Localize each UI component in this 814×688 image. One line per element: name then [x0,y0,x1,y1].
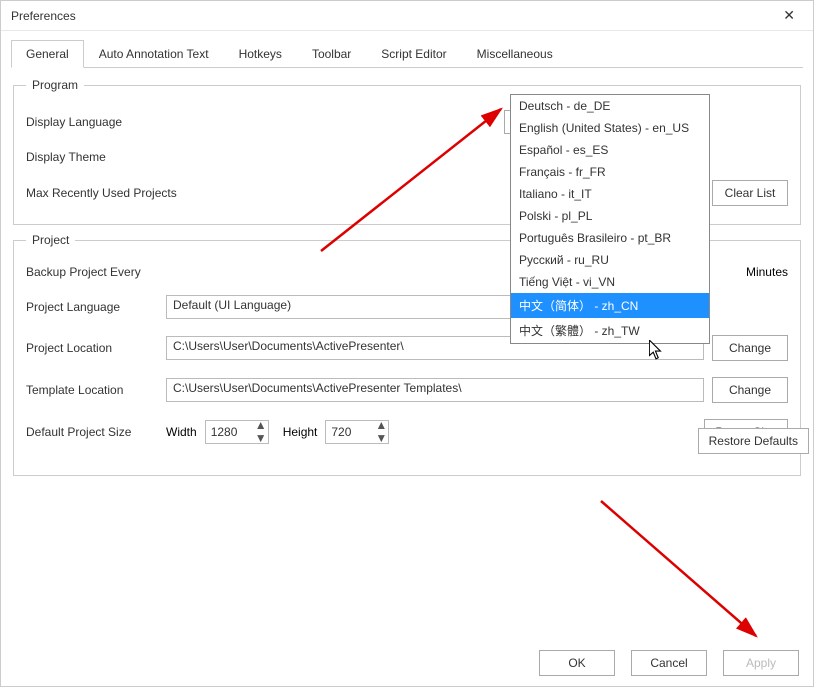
template-location-change-button[interactable]: Change [712,377,788,403]
project-location-change-button[interactable]: Change [712,335,788,361]
height-input[interactable]: 720 ▲▼ [325,420,389,444]
titlebar: Preferences ✕ [1,1,813,31]
width-input[interactable]: 1280 ▲▼ [205,420,269,444]
tab-hotkeys[interactable]: Hotkeys [224,40,297,68]
tab-bar: General Auto Annotation Text Hotkeys Too… [11,39,803,68]
default-size-row: Default Project Size Width 1280 ▲▼ Heigh… [26,419,788,445]
clear-list-button[interactable]: Clear List [712,180,788,206]
preferences-window: Preferences ✕ General Auto Annotation Te… [0,0,814,687]
tab-general[interactable]: General [11,40,84,68]
restore-defaults-button[interactable]: Restore Defaults [698,428,809,454]
display-theme-label: Display Theme [26,150,186,164]
max-recent-label: Max Recently Used Projects [26,186,186,200]
template-location-input[interactable]: C:\Users\User\Documents\ActivePresenter … [166,378,704,402]
minutes-label: Minutes [728,265,788,279]
language-dropdown[interactable]: Deutsch - de_DEEnglish (United States) -… [510,94,710,344]
ok-button[interactable]: OK [539,650,615,676]
language-option[interactable]: English (United States) - en_US [511,117,709,139]
project-language-value: Default (UI Language) [173,298,291,312]
language-option[interactable]: Italiano - it_IT [511,183,709,205]
backup-label: Backup Project Every [26,265,186,279]
language-option[interactable]: Polski - pl_PL [511,205,709,227]
window-title: Preferences [11,9,76,23]
tab-miscellaneous[interactable]: Miscellaneous [462,40,568,68]
height-spinner-icon[interactable]: ▲▼ [375,422,387,442]
project-location-label: Project Location [26,341,166,355]
apply-button[interactable]: Apply [723,650,799,676]
tab-toolbar[interactable]: Toolbar [297,40,366,68]
project-legend: Project [26,233,75,247]
display-language-label: Display Language [26,115,186,129]
language-option[interactable]: 中文（简体） - zh_CN [511,293,709,318]
project-location-value: C:\Users\User\Documents\ActivePresenter\ [173,339,404,353]
language-option[interactable]: Deutsch - de_DE [511,95,709,117]
program-legend: Program [26,78,84,92]
language-option[interactable]: Español - es_ES [511,139,709,161]
tab-auto-annotation[interactable]: Auto Annotation Text [84,40,224,68]
height-value: 720 [331,425,351,439]
width-label: Width [166,425,197,439]
language-option[interactable]: Tiếng Việt - vi_VN [511,271,709,293]
close-icon[interactable]: ✕ [775,3,803,28]
language-option[interactable]: Français - fr_FR [511,161,709,183]
default-size-label: Default Project Size [26,425,166,439]
template-location-row: Template Location C:\Users\User\Document… [26,377,788,403]
width-spinner-icon[interactable]: ▲▼ [255,422,267,442]
language-option[interactable]: Русский - ru_RU [511,249,709,271]
width-value: 1280 [211,425,238,439]
template-location-value: C:\Users\User\Documents\ActivePresenter … [173,381,462,395]
cancel-button[interactable]: Cancel [631,650,707,676]
language-option[interactable]: 中文（繁體） - zh_TW [511,318,709,343]
dialog-footer: OK Cancel Apply [531,650,799,676]
project-language-label: Project Language [26,300,166,314]
height-label: Height [283,425,318,439]
content-area: Program Display Language English (United… [1,68,813,648]
tab-script-editor[interactable]: Script Editor [366,40,461,68]
template-location-label: Template Location [26,383,166,397]
language-option[interactable]: Português Brasileiro - pt_BR [511,227,709,249]
